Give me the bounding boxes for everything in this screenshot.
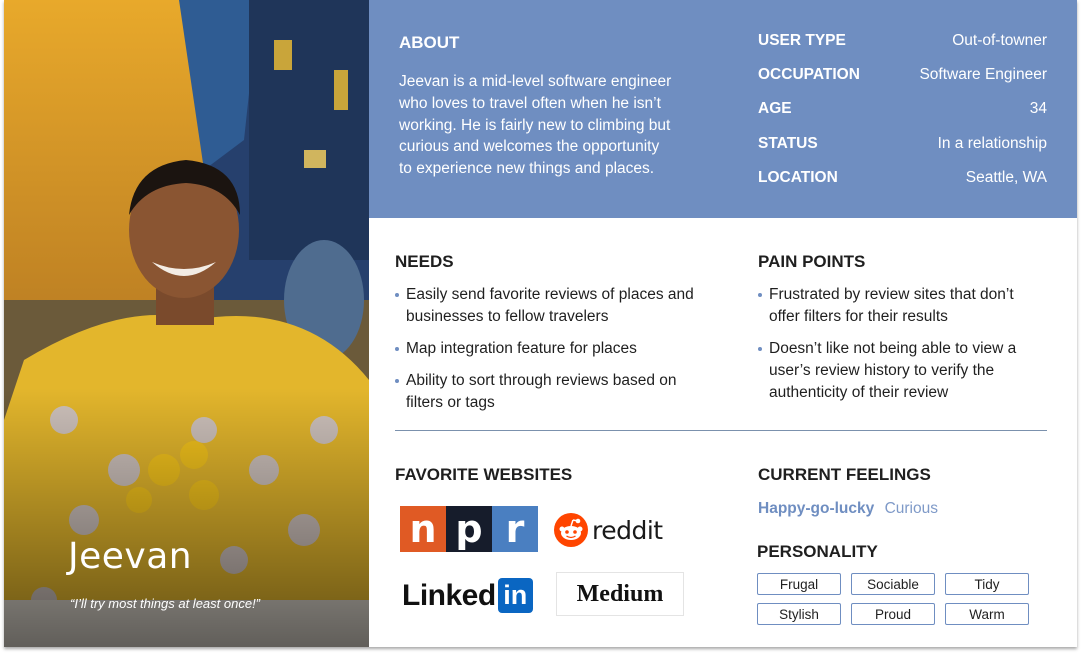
npr-letter: n xyxy=(400,506,446,552)
reddit-wordmark: reddit xyxy=(592,515,663,545)
personality-title: PERSONALITY xyxy=(757,542,878,561)
pain-points-title: PAIN POINTS xyxy=(758,252,866,271)
needs-list: Easily send favorite reviews of places a… xyxy=(395,284,705,424)
section-divider xyxy=(395,430,1047,431)
fact-label: USER TYPE xyxy=(758,32,846,49)
favorite-websites-title: FAVORITE WEBSITES xyxy=(395,465,573,484)
reddit-alien-icon xyxy=(554,513,588,547)
medium-logo[interactable]: Medium xyxy=(556,572,684,616)
fact-value: Seattle, WA xyxy=(965,168,1047,186)
list-item: Ability to sort through reviews based on… xyxy=(395,370,705,414)
personality-tag: Stylish xyxy=(757,603,841,625)
fact-label: LOCATION xyxy=(758,168,838,186)
list-item: Map integration feature for places xyxy=(395,338,705,360)
npr-letter: p xyxy=(446,506,492,552)
fact-value: Out-of-towner xyxy=(952,32,1047,49)
fact-label: AGE xyxy=(758,100,792,118)
fact-value: In a relationship xyxy=(937,134,1047,152)
linkedin-in-box: in xyxy=(497,578,533,613)
persona-photo: Jeevan “I’ll try most things at least on… xyxy=(4,0,369,647)
persona-quote: “I’ll try most things at least once!” xyxy=(70,596,261,611)
current-feelings-title: CURRENT FEELINGS xyxy=(758,465,931,484)
npr-logo[interactable]: n p r xyxy=(400,506,538,552)
npr-letter: r xyxy=(492,506,538,552)
fact-value: 34 xyxy=(1029,100,1047,118)
fact-label: STATUS xyxy=(758,134,818,152)
reddit-logo[interactable]: reddit xyxy=(554,510,704,550)
needs-title: NEEDS xyxy=(395,252,454,271)
about-text: Jeevan is a mid-level software engineer … xyxy=(399,73,672,178)
list-item: Doesn’t like not being able to view a us… xyxy=(758,338,1048,404)
fact-value: Software Engineer xyxy=(919,66,1047,84)
feeling-secondary: Curious xyxy=(884,500,938,517)
feeling-primary: Happy-go-lucky xyxy=(758,500,875,517)
persona-name: Jeevan xyxy=(68,536,193,577)
fact-label: OCCUPATION xyxy=(758,66,860,84)
fact-location: LOCATION Seattle, WA xyxy=(758,169,1047,203)
personality-tag: Sociable xyxy=(851,573,935,595)
fact-age: AGE 34 xyxy=(758,100,1047,134)
about-title: ABOUT xyxy=(399,33,460,52)
feelings-list: Happy-go-lucky Curious xyxy=(758,500,944,518)
linkedin-logo[interactable]: Linked in xyxy=(402,578,533,613)
pain-points-list: Frustrated by review sites that don’t of… xyxy=(758,284,1048,414)
about-section: ABOUT Jeevan is a mid-level software eng… xyxy=(369,0,1077,218)
list-item: Easily send favorite reviews of places a… xyxy=(395,284,705,328)
personality-tag: Warm xyxy=(945,603,1029,625)
persona-facts: USER TYPE Out-of-towner OCCUPATION Softw… xyxy=(758,32,1047,203)
persona-card: Jeevan “I’ll try most things at least on… xyxy=(4,0,1077,647)
fact-occupation: OCCUPATION Software Engineer xyxy=(758,66,1047,100)
fact-status: STATUS In a relationship xyxy=(758,135,1047,169)
personality-tag: Proud xyxy=(851,603,935,625)
list-item: Frustrated by review sites that don’t of… xyxy=(758,284,1048,328)
linkedin-wordmark: Linked xyxy=(402,578,496,612)
personality-tag: Tidy xyxy=(945,573,1029,595)
personality-tags: Frugal Sociable Tidy Stylish Proud Warm xyxy=(757,573,1029,625)
personality-tag: Frugal xyxy=(757,573,841,595)
fact-user-type: USER TYPE Out-of-towner xyxy=(758,32,1047,66)
